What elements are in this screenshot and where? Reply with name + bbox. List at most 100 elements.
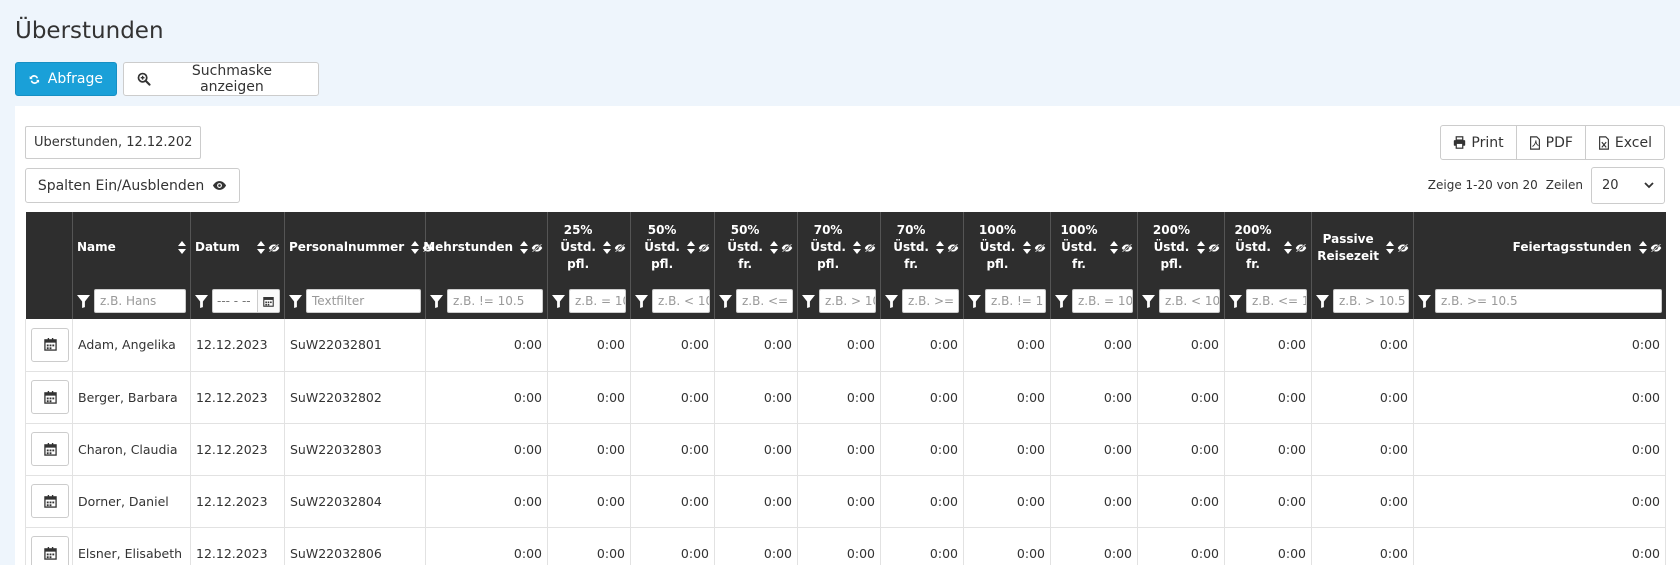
eye-slash-icon[interactable]	[614, 243, 626, 253]
eye-slash-icon[interactable]	[1034, 243, 1046, 253]
eye-slash-icon[interactable]	[947, 243, 959, 253]
header-p50pfl[interactable]: 50% Üstd. pfl.	[630, 212, 715, 283]
cell-value: 0:00	[1413, 423, 1666, 476]
eye-slash-icon[interactable]	[1650, 243, 1662, 253]
filter-input-p200pfl[interactable]: z.B. < 10	[1159, 289, 1220, 313]
filter-input-p200fr[interactable]: z.B. <= 1	[1246, 289, 1307, 313]
eye-slash-icon[interactable]	[1295, 243, 1307, 253]
filter-input-p70fr[interactable]: z.B. >=	[902, 289, 959, 313]
sort-icon[interactable]	[603, 241, 611, 254]
filter-input-personalnummer[interactable]: Textfilter	[306, 289, 421, 313]
sort-icon[interactable]	[178, 241, 186, 254]
filter-input-mehrstunden[interactable]: z.B. != 10.5	[447, 289, 543, 313]
cell-value: 0:00	[425, 371, 548, 424]
filter-input-p100pfl[interactable]: z.B. != 1	[985, 289, 1046, 313]
sort-icon[interactable]	[411, 241, 420, 254]
eye-slash-icon[interactable]	[781, 243, 793, 253]
filter-input-p70pfl[interactable]: z.B. > 10	[819, 289, 876, 313]
header-name[interactable]: Name	[72, 212, 191, 283]
header-reisezeit[interactable]: Passive Reisezeit	[1311, 212, 1414, 283]
cell-value: 0:00	[1311, 475, 1414, 528]
cell-value: 0:00	[880, 527, 964, 565]
eye-slash-icon[interactable]	[268, 243, 280, 253]
search-mask-button[interactable]: Suchmaske anzeigen	[123, 62, 319, 96]
sort-icon[interactable]	[520, 241, 528, 254]
print-button[interactable]: Print	[1440, 125, 1517, 160]
export-button-group: Print PDF Excel	[1440, 125, 1665, 160]
sort-icon[interactable]	[1110, 241, 1118, 254]
filter-icon	[77, 294, 90, 308]
filter-action	[25, 283, 73, 319]
pdf-button[interactable]: PDF	[1515, 125, 1586, 160]
eye-slash-icon[interactable]	[864, 243, 876, 253]
cell-personalnummer: SuW22032804	[284, 475, 426, 528]
overtime-table: Name Datum Personalnummer Mehrstunden 25% Üst…	[25, 212, 1666, 565]
filter-input-p25[interactable]: z.B. = 10	[569, 289, 626, 313]
sort-icon[interactable]	[853, 241, 861, 254]
filter-icon	[885, 294, 898, 308]
eye-slash-icon[interactable]	[1121, 243, 1133, 253]
header-label-line: fr.	[904, 257, 919, 271]
cell-value: 0:00	[1137, 371, 1225, 424]
row-calendar-button[interactable]	[31, 536, 69, 565]
header-label-line: Passive	[1322, 231, 1374, 246]
cell-value: 0:00	[1224, 527, 1312, 565]
eye-slash-icon[interactable]	[1208, 243, 1220, 253]
header-mehrstunden[interactable]: Mehrstunden	[423, 212, 548, 283]
header-cell-mehrstunden: Mehrstunden	[423, 239, 543, 256]
cell-value: 0:00	[797, 423, 881, 476]
header-p100fr[interactable]: 100% Üstd. fr.	[1050, 212, 1138, 283]
sort-icon[interactable]	[1638, 241, 1647, 254]
eye-slash-icon[interactable]	[531, 243, 543, 253]
header-p200pfl[interactable]: 200% Üstd. pfl.	[1137, 212, 1225, 283]
query-button[interactable]: Abfrage	[15, 62, 117, 96]
cell-value: 0:00	[1413, 371, 1666, 424]
cell-value: 0:00	[1413, 319, 1666, 372]
sort-icon[interactable]	[1023, 241, 1031, 254]
report-title-input[interactable]	[25, 126, 201, 159]
filter-icon	[635, 294, 648, 308]
date-filter-input[interactable]: --- - --	[212, 289, 280, 313]
header-datum[interactable]: Datum	[190, 212, 285, 283]
header-feiertag[interactable]: Feiertagsstunden	[1413, 212, 1666, 283]
sort-icon[interactable]	[1197, 241, 1205, 254]
filter-icon	[289, 294, 302, 308]
header-label-p200pfl: 200% Üstd. pfl.	[1153, 222, 1190, 273]
eye-slash-icon[interactable]	[1397, 243, 1409, 253]
sort-icon[interactable]	[687, 241, 695, 254]
header-personalnummer[interactable]: Personalnummer	[284, 212, 434, 283]
filter-input-reisezeit[interactable]: z.B. > 10.5	[1333, 289, 1409, 313]
row-calendar-button[interactable]	[31, 380, 69, 414]
header-controls	[1107, 241, 1133, 254]
cell-value: 0:00	[630, 423, 715, 476]
sort-icon[interactable]	[1284, 241, 1292, 254]
eye-slash-icon[interactable]	[698, 243, 710, 253]
header-p70fr[interactable]: 70% Üstd. fr.	[880, 212, 964, 283]
row-calendar-button[interactable]	[31, 327, 69, 362]
sort-icon[interactable]	[936, 241, 944, 254]
calendar-icon[interactable]	[263, 296, 274, 307]
excel-button[interactable]: Excel	[1584, 125, 1665, 160]
header-p200fr[interactable]: 200% Üstd. fr.	[1224, 212, 1312, 283]
filter-p70fr: z.B. >=	[880, 283, 964, 319]
filter-input-feiertag[interactable]: z.B. >= 10.5	[1435, 289, 1662, 313]
sort-icon[interactable]	[770, 241, 778, 254]
filter-input-p100fr[interactable]: z.B. = 10	[1072, 289, 1133, 313]
row-calendar-button[interactable]	[31, 432, 69, 466]
sort-icon[interactable]	[257, 241, 265, 254]
cell-personalnummer: SuW22032801	[284, 319, 426, 372]
sort-icon[interactable]	[1386, 241, 1394, 254]
header-p25[interactable]: 25% Üstd. pfl.	[547, 212, 631, 283]
header-p50fr[interactable]: 50% Üstd. fr.	[714, 212, 798, 283]
cell-value: 0:00	[963, 319, 1051, 372]
cell-value: 0:00	[1050, 527, 1138, 565]
filter-input-name[interactable]: z.B. Hans	[94, 289, 186, 313]
date-picker-button[interactable]	[257, 290, 279, 312]
header-p100pfl[interactable]: 100% Üstd. pfl.	[963, 212, 1051, 283]
filter-input-p50pfl[interactable]: z.B. < 10	[652, 289, 710, 313]
toggle-columns-button[interactable]: Spalten Ein/Ausblenden	[25, 168, 240, 203]
header-p70pfl[interactable]: 70% Üstd. pfl.	[797, 212, 881, 283]
rows-per-page-select[interactable]: 20	[1591, 166, 1665, 204]
filter-input-p50fr[interactable]: z.B. <=	[736, 289, 793, 313]
row-calendar-button[interactable]	[31, 484, 69, 518]
